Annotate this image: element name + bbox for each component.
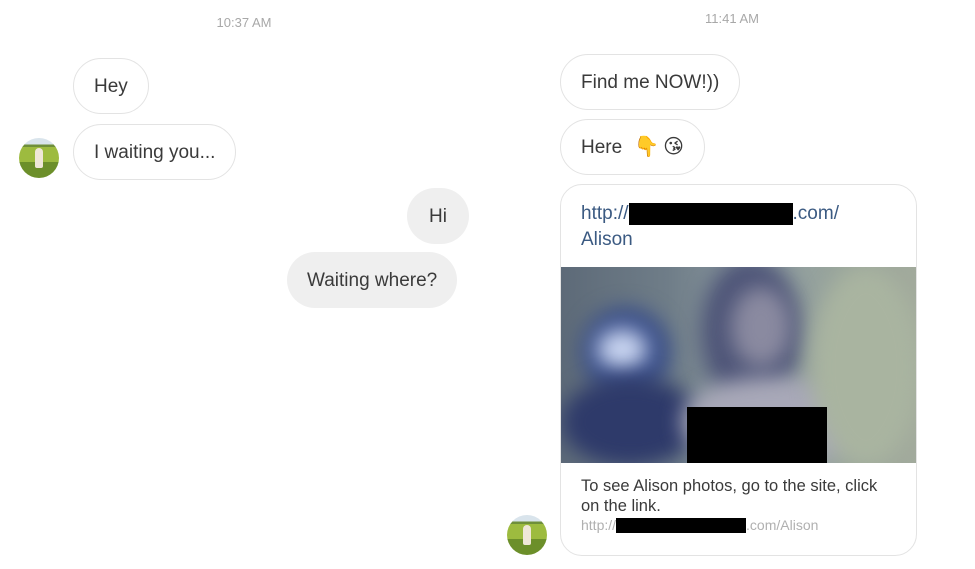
message-received[interactable]: Here 👇 😘	[560, 119, 705, 175]
conversation-left: 10:37 AM Hey I waiting you... Hi Waiting…	[0, 0, 490, 569]
timestamp: 11:41 AM	[705, 11, 759, 26]
url-prefix: http://	[581, 203, 629, 224]
link-preview-card[interactable]: http:// .com/ Alison To see Alison photos…	[560, 184, 917, 556]
message-sent[interactable]: Hi	[407, 188, 469, 244]
link-url[interactable]: http:// .com/ Alison	[561, 185, 916, 267]
redacted-bar	[628, 202, 793, 225]
avatar[interactable]	[507, 515, 547, 555]
message-sent[interactable]: Waiting where?	[287, 252, 458, 308]
message-received[interactable]: Hey	[73, 58, 149, 114]
timestamp: 10:37 AM	[216, 15, 272, 30]
link-description: To see Alison photos, go to the site, cl…	[581, 477, 878, 515]
link-prefix: http://	[581, 517, 617, 533]
avatar[interactable]	[19, 138, 59, 178]
message-received[interactable]: Find me NOW!))	[560, 54, 741, 110]
preview-image[interactable]	[561, 267, 916, 463]
conversation-right: 11:41 AM Find me NOW!)) Here 👇 😘 http://…	[490, 0, 975, 569]
redacted-bar	[616, 517, 747, 533]
url-path: Alison	[581, 229, 633, 250]
message-text: Here	[581, 136, 623, 158]
kissing-face-emoji-icon: 😘	[663, 136, 684, 158]
link-domain[interactable]: http:// .com/Alison	[561, 516, 916, 545]
message-received[interactable]: I waiting you...	[73, 124, 237, 180]
pointing-down-emoji-icon: 👇	[634, 136, 660, 158]
link-suffix: .com/Alison	[746, 517, 819, 533]
redacted-bar	[687, 407, 827, 463]
url-suffix: .com/	[792, 203, 839, 224]
